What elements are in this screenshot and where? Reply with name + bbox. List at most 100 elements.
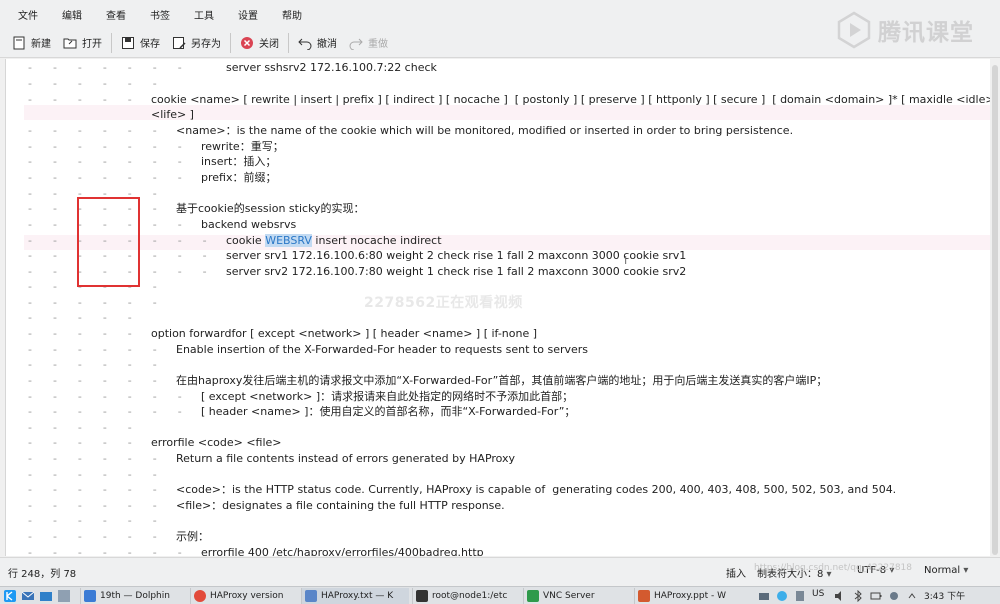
- new-button[interactable]: 新建: [6, 31, 57, 55]
- editor-line[interactable]: - - - - - -: [6, 186, 990, 202]
- editor-line[interactable]: - - - - - option forwardfor [ except <net…: [6, 326, 990, 342]
- menu-view[interactable]: 查看: [94, 7, 138, 22]
- editor-line[interactable]: - - - - - - - [ except <network> ]：请求报请来自…: [6, 389, 990, 405]
- task-terminal[interactable]: root@node1:/etc: [412, 588, 520, 604]
- syntax-mode-selector[interactable]: Normal: [924, 565, 968, 576]
- editor-line[interactable]: - - - - - - - errorfile 400 /etc/haproxy/…: [6, 545, 990, 556]
- scrollbar-thumb[interactable]: [992, 65, 998, 555]
- open-button[interactable]: 打开: [57, 31, 108, 55]
- indent-marker: - - - - - -: [28, 499, 157, 512]
- dolphin-icon: [84, 590, 96, 602]
- editor-line[interactable]: <life> ]: [6, 107, 990, 123]
- editor-line[interactable]: - - - - - -: [6, 357, 990, 373]
- task-presentation[interactable]: HAProxy.ppt - W: [634, 588, 742, 604]
- clipboard-icon[interactable]: [794, 590, 806, 602]
- menu-edit[interactable]: 编辑: [50, 7, 94, 22]
- editor-line[interactable]: - - - - - - Return a file contents instea…: [6, 451, 990, 467]
- kde-start-icon[interactable]: [4, 590, 16, 602]
- indent-marker: - - - - - -: [28, 514, 157, 527]
- menu-tools[interactable]: 工具: [182, 7, 226, 22]
- file-manager-icon[interactable]: [40, 590, 52, 602]
- toolbar-separator: [288, 32, 289, 53]
- editor-line[interactable]: - - - - - - <code>：is the HTTP status cod…: [6, 482, 990, 498]
- editor-line-text: server sshsrv2 172.16.100.7:22 check: [226, 61, 437, 74]
- task-browser[interactable]: HAProxy version: [190, 588, 298, 604]
- vertical-scrollbar[interactable]: [990, 59, 1000, 556]
- editor-line-text: server srv1 172.16.100.6:80 weight 2 che…: [226, 249, 687, 262]
- battery-icon[interactable]: [870, 590, 882, 602]
- editor-line[interactable]: - - - - - - - [ header <name> ]：使用自定义的首部名…: [6, 404, 990, 420]
- editor-line[interactable]: - - - - - - 在由haproxy发往后端主机的请求报文中添加“X-For…: [6, 373, 990, 389]
- expand-tray-icon[interactable]: [906, 590, 918, 602]
- input-mode[interactable]: 插入: [726, 565, 746, 580]
- undo-button[interactable]: 撤消: [292, 31, 343, 55]
- task-vnc[interactable]: VNC Server: [523, 588, 631, 604]
- save-button[interactable]: 保存: [115, 31, 166, 55]
- editor-line[interactable]: - - - - - - 示例：: [6, 529, 990, 545]
- editor-line[interactable]: - - - - - -: [6, 76, 990, 92]
- tencent-classroom-logo: 腾讯课堂: [834, 10, 984, 50]
- editor-line[interactable]: - - - - - cookie <name> [ rewrite | inser…: [6, 92, 990, 108]
- notifications-icon[interactable]: [888, 590, 900, 602]
- editor-line[interactable]: - - - - - - <file>：designates a file cont…: [6, 498, 990, 514]
- editor-line-text: errorfile <code> <file>: [151, 436, 282, 449]
- editor-line[interactable]: - - - - - - <name>：is the name of the coo…: [6, 123, 990, 139]
- editor-line[interactable]: - - - - - -: [6, 513, 990, 529]
- toolbar-separator: [111, 32, 112, 53]
- redo-button[interactable]: 重做: [343, 31, 394, 55]
- clock[interactable]: 3:43 下午: [924, 589, 965, 602]
- selected-text[interactable]: WEBSRV: [265, 234, 312, 247]
- volume-icon[interactable]: [834, 590, 846, 602]
- indent-marker: - - - - - -: [28, 374, 157, 387]
- task-label: VNC Server: [543, 591, 595, 601]
- menu-file[interactable]: 文件: [6, 7, 50, 22]
- editor-line[interactable]: - - - - - - - - cookie WEBSRV insert noca…: [6, 233, 990, 249]
- save-as-button[interactable]: 另存为: [166, 31, 227, 55]
- play-logo-icon: [837, 11, 871, 49]
- editor-line[interactable]: - - - - - - - insert：插入；: [6, 154, 990, 170]
- app-window: 文件 编辑 查看 书签 工具 设置 帮助 新建 打开 保存 另存为 关闭 撤消 …: [0, 0, 1000, 604]
- indent-marker: - - - - - -: [28, 358, 157, 371]
- undo-label: 撤消: [317, 39, 337, 50]
- editor-line-text: <code>：is the HTTP status code. Currentl…: [176, 483, 897, 496]
- menu-settings[interactable]: 设置: [226, 7, 270, 22]
- editor-line[interactable]: - - - - - - 基于cookie的session sticky的实现：: [6, 201, 990, 217]
- editor-line[interactable]: - - - - - - - - server srv1 172.16.100.6:…: [6, 248, 990, 264]
- editor-line[interactable]: - - - - - - - backend websrvs: [6, 217, 990, 233]
- indent-marker: - - - - - - -: [28, 140, 182, 153]
- editor-line[interactable]: - - - - - errorfile <code> <file>: [6, 435, 990, 451]
- update-icon[interactable]: [776, 590, 788, 602]
- desktop-pager-icon[interactable]: [58, 590, 70, 602]
- indent-marker: - - - - - - -: [28, 61, 182, 74]
- indent-marker: - - - - -: [28, 311, 132, 324]
- indent-marker: - - - - -: [28, 93, 132, 106]
- task-dolphin[interactable]: 19th — Dolphin: [80, 588, 188, 604]
- vnc-icon: [527, 590, 539, 602]
- presentation-icon: [638, 590, 650, 602]
- editor-line[interactable]: - - - - - - Enable insertion of the X-For…: [6, 342, 990, 358]
- close-icon: [241, 36, 253, 49]
- bluetooth-icon[interactable]: [852, 590, 864, 602]
- editor-line[interactable]: - - - - - -: [6, 467, 990, 483]
- editor-line[interactable]: - - - - -: [6, 420, 990, 436]
- editor-line-text: <file>：designates a file containing the …: [176, 499, 505, 512]
- editor-line-text: rewrite：重写；: [201, 140, 284, 153]
- editor-line[interactable]: - - - - - - - rewrite：重写；: [6, 139, 990, 155]
- close-button[interactable]: 关闭: [234, 31, 285, 55]
- task-kate[interactable]: HAProxy.txt — K: [301, 588, 409, 604]
- editor-line[interactable]: - - - - - - - - server srv2 172.16.100.7:…: [6, 264, 990, 280]
- keyboard-layout[interactable]: US: [812, 589, 824, 599]
- mail-icon[interactable]: [22, 590, 34, 602]
- text-cursor-icon: I: [624, 254, 628, 267]
- network-icon[interactable]: [758, 590, 770, 602]
- task-label: HAProxy.ppt - W: [654, 591, 726, 601]
- indent-marker: - - - - - - -: [28, 546, 182, 556]
- chrome-icon: [194, 590, 206, 602]
- menu-bookmarks[interactable]: 书签: [138, 7, 182, 22]
- editor-line[interactable]: - - - - - - - server sshsrv2 172.16.100.7…: [6, 60, 990, 76]
- editor-line[interactable]: - - - - -: [6, 310, 990, 326]
- editor-line[interactable]: - - - - - - - prefix：前缀；: [6, 170, 990, 186]
- indent-marker: - - - - - -: [28, 483, 157, 496]
- menu-help[interactable]: 帮助: [270, 7, 314, 22]
- terminal-icon: [416, 590, 428, 602]
